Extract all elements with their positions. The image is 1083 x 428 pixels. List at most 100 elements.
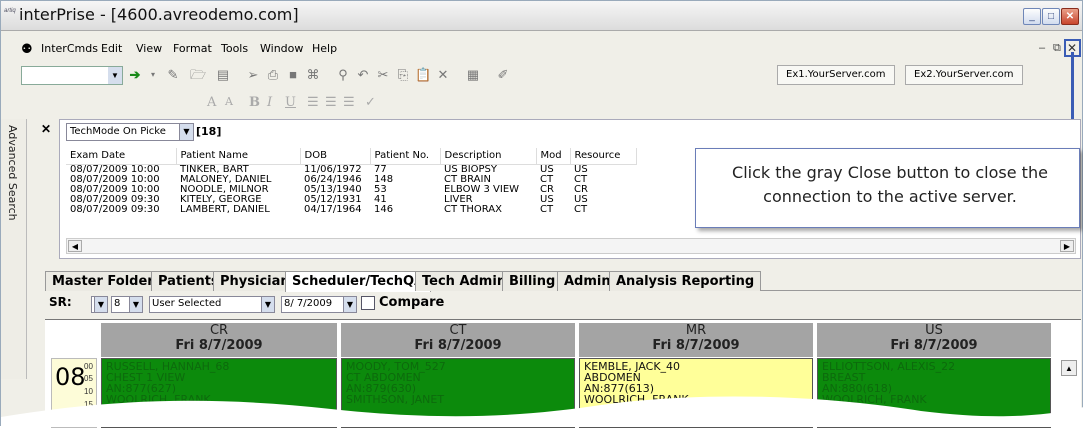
col-patient-name[interactable]: Patient Name (176, 148, 301, 165)
underline-icon[interactable]: U (285, 95, 296, 110)
cut-icon[interactable]: ✂ (375, 67, 391, 83)
toolbar-combo[interactable]: ▼ (21, 66, 123, 85)
advanced-search-tab[interactable]: Advanced Search (1, 119, 27, 379)
close-window-button[interactable]: ✕ (1061, 8, 1079, 25)
column-date: Fri 8/7/2009 (414, 338, 502, 353)
compare-label: Compare (379, 295, 445, 310)
chevron-down-icon: ▼ (179, 124, 193, 140)
sr-label: SR: (49, 295, 72, 309)
table-row[interactable]: 08/07/2009 09:30 KITELY, GEORGE 05/12/1931… (66, 193, 636, 205)
chevron-down-icon: ▼ (94, 297, 107, 312)
date-value: 8/ 7/2009 (284, 298, 333, 309)
cell: 11/06/1972 (304, 163, 362, 175)
col-mod[interactable]: Mod (536, 148, 571, 165)
column-header-ct: CT Fri 8/7/2009 (341, 323, 575, 357)
table-row[interactable]: 08/07/2009 09:30 LAMBERT, DANIEL 04/17/196… (66, 203, 636, 215)
chevron-down-icon[interactable]: ▾ (145, 67, 161, 83)
menu-intercmds[interactable]: InterCmds (41, 42, 98, 55)
sr-select[interactable]: ▼ (91, 296, 108, 313)
italic-icon[interactable]: I (267, 95, 272, 110)
print-icon[interactable]: ⎙ (265, 67, 281, 83)
cell: CT THORAX (444, 203, 503, 215)
col-patient-no[interactable]: Patient No. (370, 148, 441, 165)
menu-view[interactable]: View (136, 42, 162, 55)
maximize-button[interactable]: □ (1042, 8, 1060, 25)
advanced-search-label: Advanced Search (6, 125, 19, 221)
spellcheck-icon[interactable]: ✓ (365, 95, 376, 110)
font-grow-icon[interactable]: A (207, 95, 216, 110)
notes-icon[interactable]: ✎ (165, 67, 181, 83)
column-header-cr: CR Fri 8/7/2009 (101, 323, 337, 357)
result-count: [18] (196, 125, 222, 138)
font-shrink-icon[interactable]: A (225, 95, 233, 108)
undo-icon[interactable]: ↶ (355, 67, 371, 83)
scroll-up-icon[interactable]: ▲ (1061, 360, 1077, 376)
column-date: Fri 8/7/2009 (652, 338, 740, 353)
col-dob[interactable]: DOB (300, 148, 371, 165)
send-icon[interactable]: ➢ (245, 67, 261, 83)
callout-text: Click the gray Close button to close the… (732, 163, 1048, 206)
server-tab-1[interactable]: Ex1.YourServer.com (777, 65, 895, 85)
sr-number-select[interactable]: 8 ▼ (111, 296, 143, 313)
scheduler-filter-bar: SR: ▼ 8 ▼ User Selected ▼ 8/ 7/2009 ▼ Compa… (45, 293, 1081, 315)
layout-icon[interactable]: ▦ (465, 67, 481, 83)
window-title: interPrise - [4600.avreodemo.com] (19, 5, 299, 24)
date-picker[interactable]: 8/ 7/2009 ▼ (281, 296, 357, 313)
techmode-select[interactable]: TechMode On Picke ▼ (66, 123, 194, 141)
server-tab-2[interactable]: Ex2.YourServer.com (905, 65, 1023, 85)
tool-icon[interactable]: ✐ (495, 67, 511, 83)
menu-bar: ⚉ InterCmds Edit View Format Tools Windo… (1, 39, 1082, 59)
tab-scheduler-techqa[interactable]: Scheduler/TechQA (285, 271, 432, 292)
chevron-down-icon: ▼ (129, 297, 142, 312)
align-right-icon[interactable]: ☰ (343, 95, 355, 110)
cell: CR (540, 183, 554, 195)
scroll-left-icon[interactable]: ◀ (68, 240, 82, 252)
delete-icon[interactable]: ✕ (435, 67, 451, 83)
close-panel-icon[interactable]: ✕ (41, 122, 51, 136)
menu-format[interactable]: Format (173, 42, 212, 55)
mdi-restore-icon[interactable]: ⧉ (1053, 42, 1061, 55)
open-folder-icon[interactable]: 🗁 (190, 67, 206, 83)
col-resource[interactable]: Resource (570, 148, 637, 165)
results-table: Exam Date Patient Name DOB Patient No. D… (66, 148, 637, 215)
col-exam-date[interactable]: Exam Date (66, 148, 177, 165)
menu-edit[interactable]: Edit (101, 42, 122, 55)
mdi-minimize-icon[interactable]: – (1039, 42, 1045, 54)
tab-tech-admin[interactable]: Tech Admin (415, 271, 514, 291)
selection-mode-select[interactable]: User Selected ▼ (149, 296, 275, 313)
col-description[interactable]: Description (440, 148, 537, 165)
selection-mode-value: User Selected (152, 298, 222, 309)
paste-icon[interactable]: 📋 (415, 67, 431, 83)
table-row[interactable]: 08/07/2009 10:00 MALONEY, DANIEL 06/24/194… (66, 173, 636, 185)
menu-help[interactable]: Help (312, 42, 337, 55)
tab-billing[interactable]: Billing (502, 271, 563, 291)
horizontal-scrollbar[interactable]: ◀ ▶ (66, 238, 1076, 254)
main-toolbar: ▼ ➔ ▾ ✎ 🗁 ▤ ➢ ⎙ ■ ⌘ ⚲ ↶ ✂ ⎘ 📋 ✕ ▦ ✐ (15, 63, 605, 89)
menu-window[interactable]: Window (260, 42, 303, 55)
modality-label: US (925, 323, 943, 338)
image-icon[interactable]: ⌘ (305, 67, 321, 83)
align-left-icon[interactable]: ☰ (307, 95, 319, 110)
bold-icon[interactable]: B (249, 95, 260, 110)
table-row[interactable]: 08/07/2009 10:00 TINKER, BART 11/06/1972 77… (66, 164, 636, 175)
go-arrow-icon[interactable]: ➔ (127, 67, 143, 83)
compare-checkbox[interactable] (361, 296, 375, 310)
scroll-right-icon[interactable]: ▶ (1060, 240, 1074, 252)
cell: US BIOPSY (444, 163, 498, 175)
save-icon[interactable]: ▤ (215, 67, 231, 83)
menu-tools[interactable]: Tools (221, 42, 248, 55)
minimize-button[interactable]: _ (1023, 8, 1041, 25)
app-menu-icon[interactable]: ⚉ (21, 41, 33, 57)
chevron-down-icon: ▼ (343, 297, 356, 312)
minute-label: 00 (84, 362, 93, 371)
table-row[interactable]: 08/07/2009 10:00 NOODLE, MILNOR 05/13/1940… (66, 183, 636, 195)
column-date: Fri 8/7/2009 (175, 338, 263, 353)
cell: LIVER (444, 193, 473, 205)
tab-master-folder[interactable]: Master Folder (45, 271, 161, 291)
stop-icon[interactable]: ■ (285, 67, 301, 83)
copy-icon[interactable]: ⎘ (395, 67, 411, 83)
tab-analysis-reporting[interactable]: Analysis Reporting (609, 271, 762, 291)
align-center-icon[interactable]: ☰ (325, 95, 337, 110)
find-icon[interactable]: ⚲ (335, 67, 351, 83)
cell: 08/07/2009 10:00 (70, 173, 160, 185)
